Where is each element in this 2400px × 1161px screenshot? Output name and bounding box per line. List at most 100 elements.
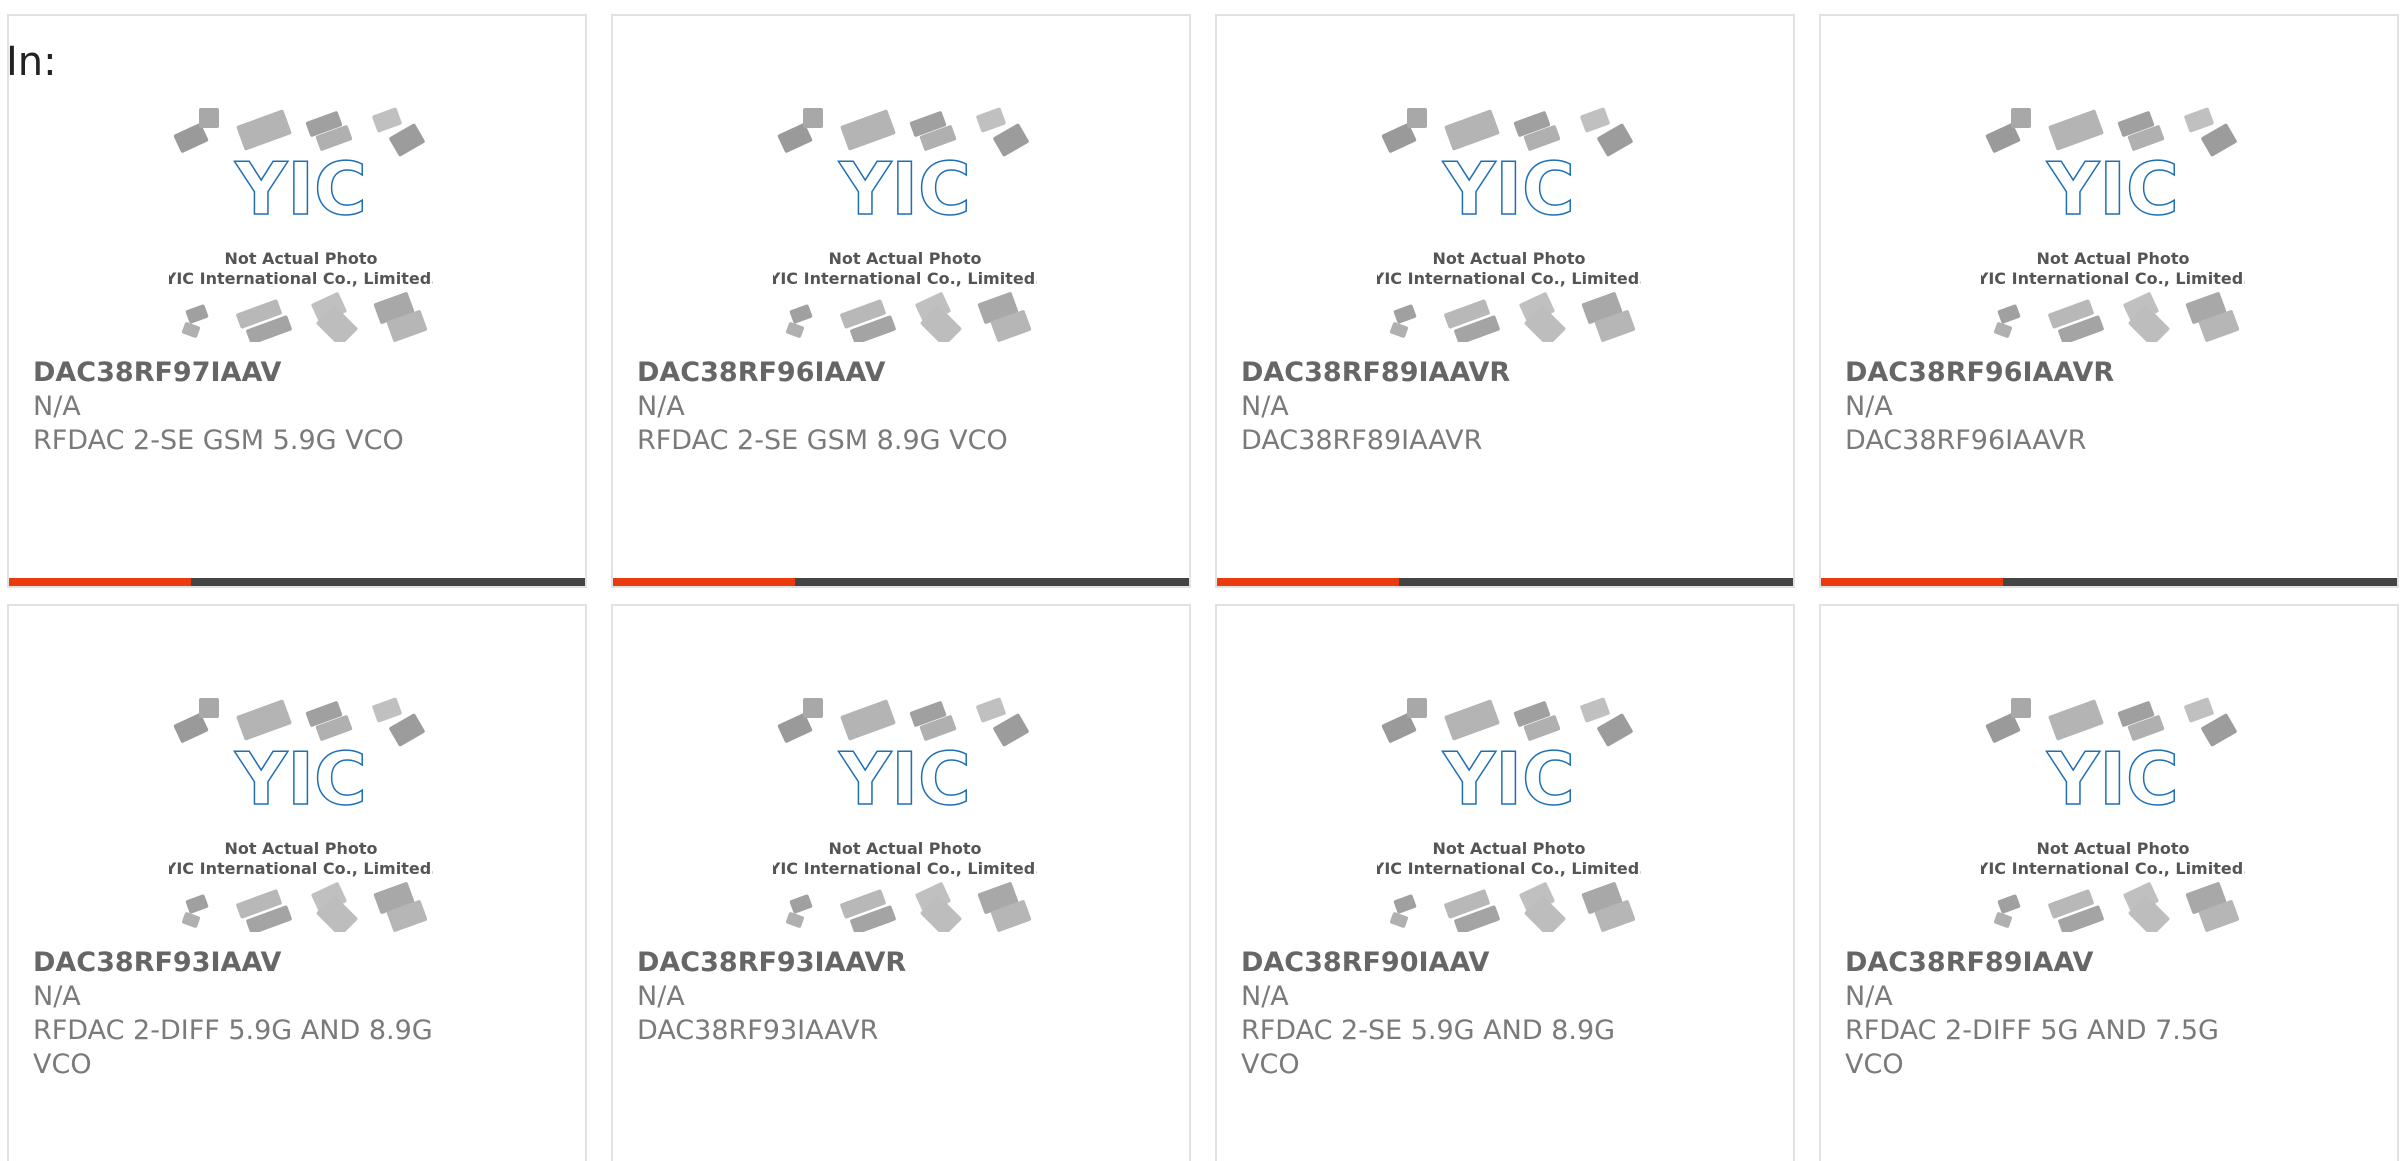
chip-package-icon bbox=[1389, 322, 1409, 338]
not-actual-photo-label: Not Actual Photo bbox=[2036, 249, 2189, 268]
not-actual-photo-image: YIC Not Actual PhotoYIC International Co.… bbox=[768, 107, 1041, 347]
product-part-number[interactable]: DAC38RF96IAAV bbox=[637, 356, 1067, 390]
chip-package-icon bbox=[2048, 109, 2104, 151]
chip-package-icon bbox=[185, 894, 209, 914]
chip-package-icon bbox=[789, 894, 813, 914]
chip-package-icon bbox=[199, 108, 219, 128]
product-manufacturer: N/A bbox=[33, 391, 81, 422]
product-manufacturer: N/A bbox=[1845, 391, 1893, 422]
card-accent-bar bbox=[1821, 578, 2397, 586]
product-card[interactable]: YIC Not Actual Photo YIC International Co.… bbox=[611, 604, 1191, 1161]
yic-logo-icon: YIC bbox=[1442, 147, 1575, 231]
chip-package-icon bbox=[1597, 713, 1633, 747]
company-name-label: YIC International Co., Limited. bbox=[1981, 859, 2245, 878]
chip-package-icon bbox=[389, 123, 425, 157]
chip-package-icon bbox=[1444, 699, 1500, 741]
card-accent-bar-highlight bbox=[9, 578, 191, 586]
chip-package-icon bbox=[840, 699, 896, 741]
yic-logo-icon: YIC bbox=[2046, 737, 2179, 821]
chip-package-icon bbox=[2184, 107, 2214, 133]
product-placeholder-image: YIC Not Actual Photo YIC International Co.… bbox=[1372, 104, 1645, 347]
chip-package-icon bbox=[1597, 123, 1633, 157]
chip-package-icon bbox=[785, 322, 805, 338]
product-card[interactable]: YIC Not Actual Photo YIC International Co.… bbox=[7, 604, 587, 1161]
product-part-number[interactable]: DAC38RF93IAAVR bbox=[637, 946, 1067, 980]
product-card[interactable]: YIC Not Actual Photo YIC International Co.… bbox=[1215, 604, 1795, 1161]
chip-package-icon bbox=[976, 697, 1006, 723]
product-description: DAC38RF89IAAVR bbox=[1241, 425, 1483, 456]
product-part-number[interactable]: DAC38RF96IAAVR bbox=[1845, 356, 2275, 390]
product-listing-page: In: YIC Not Actual Photo YIC International… bbox=[0, 0, 2400, 1161]
chip-package-icon bbox=[2201, 713, 2237, 747]
product-info: DAC38RF96IAAVR N/A DAC38RF96IAAVR bbox=[1845, 356, 2275, 458]
product-placeholder-image: YIC Not Actual Photo YIC International Co.… bbox=[164, 104, 437, 347]
chip-package-icon bbox=[789, 304, 813, 324]
chip-package-icon bbox=[803, 698, 823, 718]
product-manufacturer: N/A bbox=[1241, 391, 1289, 422]
product-description: RFDAC 2-SE GSM 5.9G VCO bbox=[33, 425, 404, 456]
chip-package-icon bbox=[840, 109, 896, 151]
chip-package-icon bbox=[993, 123, 1029, 157]
product-card[interactable]: YIC Not Actual Photo YIC International Co.… bbox=[1819, 14, 2399, 588]
yic-logo-icon: YIC bbox=[234, 147, 367, 231]
product-card[interactable]: YIC Not Actual Photo YIC International Co.… bbox=[1215, 14, 1795, 588]
chip-package-icon bbox=[1997, 304, 2021, 324]
company-name-label: YIC International Co., Limited. bbox=[1981, 269, 2245, 288]
product-placeholder-image: YIC Not Actual Photo YIC International Co.… bbox=[1976, 104, 2249, 347]
product-part-number[interactable]: DAC38RF89IAAV bbox=[1845, 946, 2275, 980]
chip-package-icon bbox=[1444, 109, 1500, 151]
card-accent-bar bbox=[1217, 578, 1793, 586]
chip-package-icon bbox=[185, 304, 209, 324]
yic-logo-icon: YIC bbox=[838, 737, 971, 821]
product-card[interactable]: YIC Not Actual Photo YIC International Co.… bbox=[611, 14, 1191, 588]
chip-package-icon bbox=[1407, 108, 1427, 128]
product-info: DAC38RF96IAAV N/A RFDAC 2-SE GSM 8.9G VC… bbox=[637, 356, 1067, 458]
not-actual-photo-image: YIC Not Actual PhotoYIC International Co.… bbox=[768, 697, 1041, 937]
chip-package-icon bbox=[976, 107, 1006, 133]
card-accent-bar-highlight bbox=[613, 578, 795, 586]
product-part-number[interactable]: DAC38RF93IAAV bbox=[33, 946, 463, 980]
not-actual-photo-label: Not Actual Photo bbox=[224, 839, 377, 858]
product-card[interactable]: YIC Not Actual Photo YIC International Co.… bbox=[7, 14, 587, 588]
product-description: RFDAC 2-SE 5.9G AND 8.9G VCO bbox=[1241, 1015, 1616, 1080]
chip-package-icon bbox=[199, 698, 219, 718]
product-manufacturer: N/A bbox=[637, 391, 685, 422]
chip-package-icon bbox=[1393, 894, 1417, 914]
not-actual-photo-image: YIC Not Actual PhotoYIC International Co.… bbox=[1372, 107, 1645, 347]
product-part-number[interactable]: DAC38RF97IAAV bbox=[33, 356, 463, 390]
not-actual-photo-image: YIC Not Actual PhotoYIC International Co.… bbox=[164, 107, 437, 347]
chip-package-icon bbox=[785, 912, 805, 928]
not-actual-photo-label: Not Actual Photo bbox=[224, 249, 377, 268]
company-name-label: YIC International Co., Limited. bbox=[773, 859, 1037, 878]
product-info: DAC38RF89IAAVR N/A DAC38RF89IAAVR bbox=[1241, 356, 1671, 458]
in-label: In: bbox=[6, 39, 57, 85]
chip-package-icon bbox=[1993, 912, 2013, 928]
chip-package-icon bbox=[236, 699, 292, 741]
product-part-number[interactable]: DAC38RF90IAAV bbox=[1241, 946, 1671, 980]
not-actual-photo-image: YIC Not Actual PhotoYIC International Co.… bbox=[1976, 697, 2249, 937]
not-actual-photo-label: Not Actual Photo bbox=[828, 839, 981, 858]
chip-package-icon bbox=[389, 713, 425, 747]
product-info: DAC38RF89IAAV N/A RFDAC 2-DIFF 5G AND 7.… bbox=[1845, 946, 2275, 1082]
product-manufacturer: N/A bbox=[1241, 981, 1289, 1012]
company-name-label: YIC International Co., Limited. bbox=[773, 269, 1037, 288]
yic-logo-icon: YIC bbox=[2046, 147, 2179, 231]
card-accent-bar bbox=[613, 578, 1189, 586]
chip-package-icon bbox=[1580, 107, 1610, 133]
chip-package-icon bbox=[372, 697, 402, 723]
product-part-number[interactable]: DAC38RF89IAAVR bbox=[1241, 356, 1671, 390]
product-placeholder-image: YIC Not Actual Photo YIC International Co.… bbox=[164, 694, 437, 937]
product-manufacturer: N/A bbox=[1845, 981, 1893, 1012]
yic-logo-icon: YIC bbox=[234, 737, 367, 821]
company-name-label: YIC International Co., Limited. bbox=[169, 859, 433, 878]
company-name-label: YIC International Co., Limited. bbox=[1377, 269, 1641, 288]
chip-package-icon bbox=[2011, 108, 2031, 128]
not-actual-photo-image: YIC Not Actual PhotoYIC International Co.… bbox=[1976, 107, 2249, 347]
not-actual-photo-image: YIC Not Actual PhotoYIC International Co.… bbox=[1372, 697, 1645, 937]
not-actual-photo-image: YIC Not Actual PhotoYIC International Co.… bbox=[164, 697, 437, 937]
product-placeholder-image: YIC Not Actual Photo YIC International Co.… bbox=[1976, 694, 2249, 937]
product-card[interactable]: YIC Not Actual Photo YIC International Co.… bbox=[1819, 604, 2399, 1161]
not-actual-photo-label: Not Actual Photo bbox=[828, 249, 981, 268]
product-manufacturer: N/A bbox=[33, 981, 81, 1012]
card-accent-bar-highlight bbox=[1821, 578, 2003, 586]
